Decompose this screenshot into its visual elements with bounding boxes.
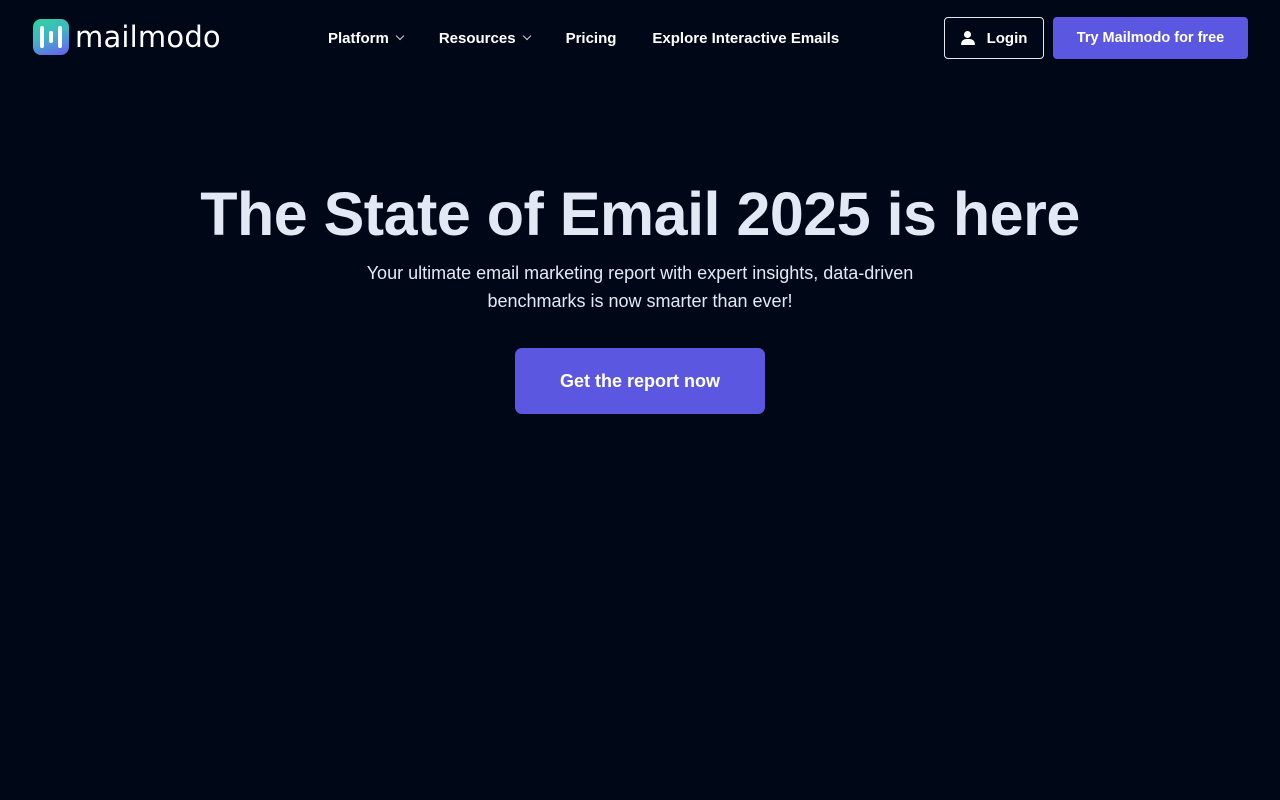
nav-item-platform[interactable]: Platform bbox=[328, 29, 405, 47]
main-nav: Platform Resources Pricing Explore Inter… bbox=[328, 26, 839, 50]
nav-item-label: Platform bbox=[328, 29, 389, 47]
chevron-down-icon bbox=[395, 31, 405, 41]
nav-item-label: Pricing bbox=[565, 29, 617, 47]
logo-link[interactable]: mailmodo bbox=[33, 19, 221, 55]
nav-item-label: Explore Interactive Emails bbox=[652, 29, 840, 47]
login-label: Login bbox=[986, 29, 1028, 47]
nav-item-label: Resources bbox=[438, 29, 516, 47]
nav-item-resources[interactable]: Resources bbox=[438, 29, 531, 47]
hero-title: The State of Email 2025 is here bbox=[200, 180, 1080, 248]
nav-item-explore-interactive-emails[interactable]: Explore Interactive Emails bbox=[652, 30, 839, 47]
user-icon bbox=[960, 31, 975, 45]
logo-text: mailmodo bbox=[75, 20, 221, 54]
nav-item-pricing[interactable]: Pricing bbox=[566, 30, 617, 47]
try-free-button[interactable]: Try Mailmodo for free bbox=[1053, 17, 1248, 59]
hero-subtitle: Your ultimate email marketing report wit… bbox=[366, 263, 914, 311]
page: mailmodo Platform Resources Pricing Expl… bbox=[0, 0, 1280, 800]
mailmodo-logo-icon bbox=[33, 19, 69, 55]
chevron-down-icon bbox=[522, 31, 531, 41]
login-button[interactable]: Login bbox=[944, 17, 1044, 59]
get-report-button[interactable]: Get the report now bbox=[515, 348, 765, 414]
site-header: mailmodo Platform Resources Pricing Expl… bbox=[0, 0, 1280, 76]
